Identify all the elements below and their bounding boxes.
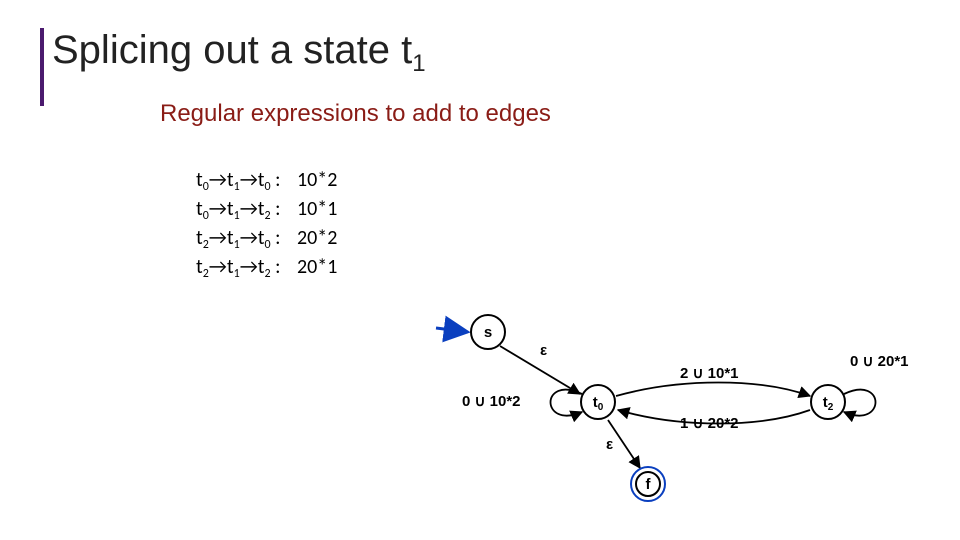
rule-row: t0→t1→t2 : 10*1	[196, 195, 337, 224]
rule-lhs: t0→t1→t0 :	[196, 168, 280, 192]
state-diagram: s t0 t2 f ε 0 ∪ 10*2 2 ∪ 10*1 1 ∪ 20*2 0…	[430, 296, 930, 506]
node-label: t2	[823, 394, 834, 411]
rules-table: t0→t1→t0 : 10*2 t0→t1→t2 : 10*1 t2→t1→t0…	[196, 166, 337, 282]
node-s: s	[470, 314, 506, 350]
entry-arrow-icon	[436, 328, 468, 332]
rule-lhs: t2→t1→t0 :	[196, 226, 280, 250]
slide-title-sub: 1	[412, 50, 425, 77]
node-f: f	[630, 466, 666, 502]
node-label: t0	[593, 394, 604, 411]
rule-row: t0→t1→t0 : 10*2	[196, 166, 337, 195]
edge-label-t2-loop: 0 ∪ 20*1	[850, 352, 909, 370]
slide-title-text: Splicing out a state t	[52, 28, 412, 72]
rule-rhs: 10*2	[285, 168, 337, 192]
edge-label-t0-loop: 0 ∪ 10*2	[462, 392, 521, 410]
node-t0: t0	[580, 384, 616, 420]
node-label: s	[484, 324, 492, 341]
edge-t0-t2	[616, 383, 810, 397]
edge-t0-loop	[551, 390, 583, 416]
edge-label-t0-f: ε	[606, 436, 613, 453]
rule-row: t2→t1→t0 : 20*2	[196, 224, 337, 253]
rule-row: t2→t1→t2 : 20*1	[196, 253, 337, 282]
node-t2: t2	[810, 384, 846, 420]
node-label: f	[646, 476, 651, 493]
rule-rhs: 20*1	[285, 255, 337, 279]
accent-bar	[40, 28, 44, 106]
rule-lhs: t0→t1→t2 :	[196, 197, 280, 221]
slide: Splicing out a state t1 Regular expressi…	[0, 0, 960, 540]
edge-label-t2-t0: 1 ∪ 20*2	[680, 414, 739, 432]
rule-lhs: t2→t1→t2 :	[196, 255, 280, 279]
rule-rhs: 10*1	[285, 197, 337, 221]
rule-rhs: 20*2	[285, 226, 337, 250]
edge-label-s-t0: ε	[540, 342, 547, 359]
edge-label-t0-t2: 2 ∪ 10*1	[680, 364, 739, 382]
slide-title: Splicing out a state t1	[52, 28, 426, 73]
edge-t2-loop	[844, 390, 876, 416]
slide-subtitle: Regular expressions to add to edges	[160, 100, 551, 128]
